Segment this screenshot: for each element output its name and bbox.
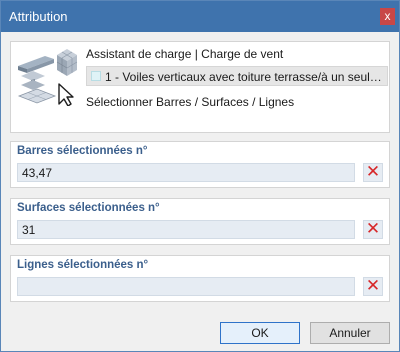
- title-bar[interactable]: Attribution x: [1, 1, 399, 32]
- surfaces-input[interactable]: 31: [17, 220, 355, 239]
- wind-load-wizard-icon: [17, 49, 78, 106]
- members-label: Barres sélectionnées n°: [17, 145, 148, 157]
- lines-group: Lignes sélectionnées n° ✕: [10, 255, 390, 302]
- wizard-title: Assistant de charge | Charge de vent: [86, 47, 284, 61]
- load-case-color-swatch: [91, 71, 101, 81]
- surfaces-label: Surfaces sélectionnées n°: [17, 202, 160, 214]
- clear-lines-button[interactable]: ✕: [363, 277, 383, 296]
- selection-instruction: Sélectionner Barres / Surfaces / Lignes: [86, 95, 295, 109]
- wizard-info-panel: Assistant de charge | Charge de vent 1 -…: [10, 41, 390, 133]
- close-button[interactable]: x: [380, 8, 395, 25]
- members-input[interactable]: 43,47: [17, 163, 355, 182]
- lines-input[interactable]: [17, 277, 355, 296]
- load-case-selector[interactable]: 1 - Voiles verticaux avec toiture terras…: [86, 66, 388, 86]
- attribution-dialog: Attribution x Assistant de charge | Char…: [0, 0, 400, 352]
- load-case-text: 1 - Voiles verticaux avec toiture terras…: [105, 70, 385, 84]
- clear-members-button[interactable]: ✕: [363, 163, 383, 182]
- lines-label: Lignes sélectionnées n°: [17, 259, 149, 271]
- ok-button[interactable]: OK: [220, 322, 300, 344]
- surfaces-group: Surfaces sélectionnées n° 31 ✕: [10, 198, 390, 245]
- clear-surfaces-button[interactable]: ✕: [363, 220, 383, 239]
- members-group: Barres sélectionnées n° 43,47 ✕: [10, 141, 390, 188]
- window-title: Attribution: [9, 9, 68, 24]
- cancel-button[interactable]: Annuler: [310, 322, 390, 344]
